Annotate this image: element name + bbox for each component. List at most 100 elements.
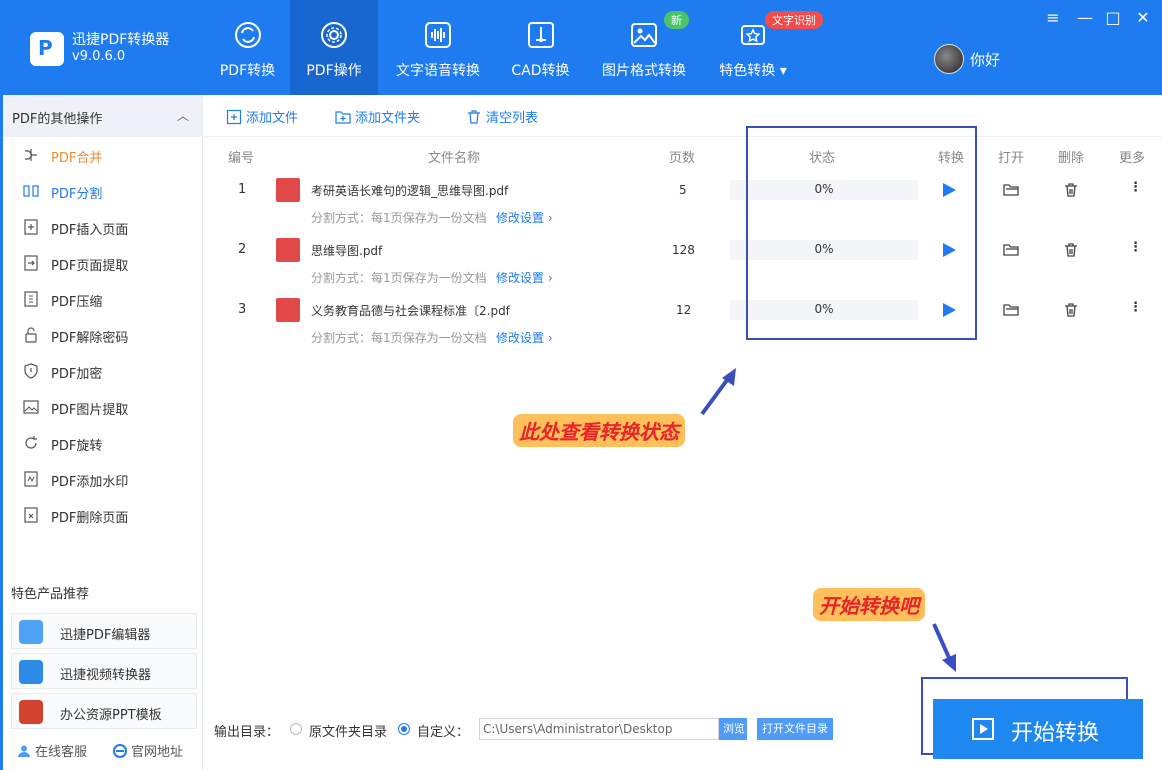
file-name: 义务教育品德与社会课程标准〔2.pdf [311, 304, 510, 318]
output-path-input[interactable] [479, 718, 719, 740]
compress-icon [24, 291, 38, 307]
sidebar-title: PDF的其他操作 [12, 112, 103, 127]
recommend-pdf-editor[interactable]: 迅捷PDF编辑器 [11, 613, 197, 649]
star-refresh-icon [741, 25, 765, 45]
sidebar-header[interactable]: PDF的其他操作 ︿ [3, 95, 203, 137]
start-convert-button[interactable]: 开始转换 [933, 699, 1143, 759]
sidebar-item-label: PDF插入页面 [51, 223, 129, 238]
arrow-down-icon [932, 623, 956, 672]
maximize-icon[interactable]: □ [1103, 8, 1123, 28]
split-mode: 分割方式：每1页保存为一份文档 [311, 331, 487, 345]
app-name: 迅捷PDF转换器 [72, 32, 170, 48]
trash-icon[interactable] [1062, 301, 1080, 319]
sidebar-item-compress[interactable]: PDF压缩 [3, 281, 203, 317]
sidebar-item-label: PDF加密 [51, 367, 103, 382]
sidebar-item-label: PDF删除页面 [51, 511, 129, 526]
sidebar: PDF的其他操作 ︿ PDF合并 PDF分割 PDF插入页面 PDF页面提取 P… [0, 95, 203, 770]
sidebar-item-label: PDF合并 [51, 151, 103, 166]
folder-open-icon[interactable] [1002, 301, 1020, 319]
sidebar-item-extract-page[interactable]: PDF页面提取 [3, 245, 203, 281]
tab-pdf-operation[interactable]: PDF操作 [290, 0, 378, 95]
sidebar-item-delete-page[interactable]: PDF删除页面 [3, 497, 203, 533]
radio-custom-folder[interactable] [398, 723, 410, 735]
pdf-file-icon [276, 298, 300, 322]
refresh-circle-icon [234, 22, 261, 48]
minimize-icon[interactable]: — [1075, 8, 1095, 28]
header-filename: 文件名称 [428, 151, 481, 166]
trash-icon[interactable] [1062, 241, 1080, 259]
recommend-label: 办公资源PPT模板 [60, 708, 162, 723]
tab-pdf-convert[interactable]: PDF转换 [205, 0, 290, 95]
modify-settings-link[interactable]: 修改设置 › [496, 209, 553, 226]
sidebar-item-watermark[interactable]: PDF添加水印 [3, 461, 203, 497]
more-icon[interactable]: ⋮ [1129, 300, 1142, 315]
sidebar-item-encrypt[interactable]: PDF加密 [3, 353, 203, 389]
tab-label: PDF转换 [219, 63, 276, 79]
modify-settings-link[interactable]: 修改设置 › [496, 269, 553, 286]
avatar[interactable] [934, 44, 964, 74]
unlock-icon [25, 327, 37, 343]
folder-open-icon[interactable] [1002, 241, 1020, 259]
split-icon [23, 185, 39, 197]
add-file-button[interactable]: 添加文件 [226, 107, 298, 126]
trash-icon[interactable] [1062, 181, 1080, 199]
delete-page-icon [24, 507, 38, 523]
table-row: 3 义务教育品德与社会课程标准〔2.pdf 分割方式：每1页保存为一份文档 修改… [204, 298, 1162, 358]
chevron-up-icon[interactable]: ︿ [177, 107, 189, 124]
tab-label: 文字语音转换 [396, 63, 480, 79]
sidebar-item-label: PDF压缩 [51, 295, 103, 310]
shield-icon [24, 363, 38, 379]
add-folder-button[interactable]: 添加文件夹 [335, 107, 420, 126]
user-name[interactable]: 你好 [970, 49, 1000, 70]
sound-wave-icon [425, 22, 451, 48]
add-file-label: 添加文件 [246, 111, 299, 126]
file-name: 考研英语长难句的逻辑_思维导图.pdf [311, 184, 509, 198]
menu-icon[interactable]: ≡ [1043, 8, 1063, 28]
header-pages: 页数 [669, 151, 696, 166]
recommend-label: 迅捷视频转换器 [60, 668, 152, 683]
tab-cad-convert[interactable]: CAD转换 [498, 0, 583, 95]
sidebar-item-merge[interactable]: PDF合并 [3, 137, 203, 173]
sidebar-item-extract-image[interactable]: PDF图片提取 [3, 389, 203, 425]
page-count: 128 [672, 243, 695, 257]
split-mode: 分割方式：每1页保存为一份文档 [311, 271, 487, 285]
tab-text-speech[interactable]: 文字语音转换 [390, 0, 486, 95]
close-icon[interactable]: ✕ [1133, 8, 1153, 28]
sidebar-item-label: PDF页面提取 [51, 259, 129, 274]
website-label: 官网地址 [131, 745, 184, 760]
browse-button[interactable]: 浏览 [719, 718, 747, 740]
new-badge: 新 [664, 11, 689, 29]
sidebar-item-split[interactable]: PDF分割 [3, 173, 203, 209]
online-service-link[interactable]: 在线客服 [17, 741, 87, 760]
radio-original-folder[interactable] [290, 723, 302, 735]
output-dir-label: 输出目录： [214, 725, 280, 740]
video-converter-icon [19, 660, 43, 684]
more-icon[interactable]: ⋮ [1129, 240, 1142, 255]
more-icon[interactable]: ⋮ [1129, 180, 1142, 195]
sidebar-item-insert-page[interactable]: PDF插入页面 [3, 209, 203, 245]
recommend-ppt-template[interactable]: 办公资源PPT模板 [11, 693, 197, 729]
insert-page-icon [24, 219, 38, 235]
merge-icon [25, 149, 37, 161]
folder-open-icon[interactable] [1002, 181, 1020, 199]
tab-label: 图片格式转换 [602, 63, 686, 79]
trash-icon [468, 110, 480, 124]
header-number: 编号 [228, 151, 255, 166]
open-dir-button[interactable]: 打开文件目录 [757, 718, 833, 740]
sidebar-item-remove-password[interactable]: PDF解除密码 [3, 317, 203, 353]
recommend-video-converter[interactable]: 迅捷视频转换器 [11, 653, 197, 689]
image-icon [631, 23, 657, 47]
ocr-badge: 文字识别 [765, 11, 823, 29]
sidebar-item-rotate[interactable]: PDF旋转 [3, 425, 203, 461]
modify-settings-link[interactable]: 修改设置 › [496, 329, 553, 346]
clear-list-button[interactable]: 清空列表 [466, 107, 538, 126]
custom-folder-label: 自定义： [417, 725, 470, 740]
cad-icon [527, 22, 554, 48]
play-box-icon [972, 718, 994, 740]
add-file-icon [226, 109, 242, 125]
header-more: 更多 [1119, 151, 1146, 166]
page-count: 5 [679, 183, 687, 197]
website-link[interactable]: 官网地址 [113, 741, 183, 760]
toolbar: 添加文件 添加文件夹 清空列表 [204, 95, 1162, 137]
clear-list-label: 清空列表 [486, 111, 539, 126]
